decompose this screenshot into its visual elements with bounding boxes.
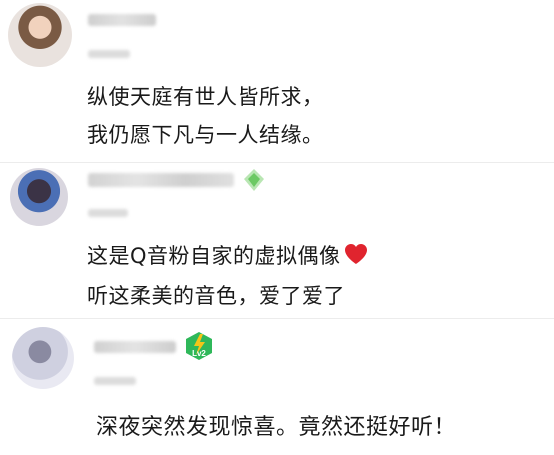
comment-item-1: 纵使天庭有世人皆所求， 我仍愿下凡与一人结缘。	[0, 0, 554, 160]
user-avatar[interactable]	[10, 168, 68, 226]
lightning-level-icon: Lv2	[184, 331, 214, 361]
comment-text-line-1: 纵使天庭有世人皆所求，	[87, 85, 324, 109]
comment-text-line-2: 我仍愿下凡与一人结缘。	[87, 123, 324, 147]
comment-text-line-1: 深夜突然发现惊喜。竟然还挺好听！	[96, 415, 457, 440]
username-blurred[interactable]	[88, 173, 234, 187]
username-blurred[interactable]	[94, 341, 176, 353]
user-avatar[interactable]	[12, 327, 74, 389]
timestamp-blurred	[88, 209, 128, 217]
comment-item-3: Lv2 深夜突然发现惊喜。竟然还挺好听！	[0, 319, 554, 455]
green-diamond-icon	[242, 167, 266, 193]
level-badge-label: Lv2	[192, 349, 206, 358]
heart-emoji	[343, 242, 369, 276]
timestamp-blurred	[94, 377, 136, 385]
user-avatar[interactable]	[8, 3, 72, 67]
username-blurred[interactable]	[88, 14, 156, 26]
comment-text-line-1: 这是Q音粉自家的虚拟偶像	[87, 239, 369, 276]
comment-text: 这是Q音粉自家的虚拟偶像	[87, 244, 341, 268]
comment-item-2: 这是Q音粉自家的虚拟偶像 听这柔美的音色，爱了爱了	[0, 163, 554, 313]
comment-text-line-2: 听这柔美的音色，爱了爱了	[87, 284, 345, 308]
timestamp-blurred	[88, 50, 130, 58]
